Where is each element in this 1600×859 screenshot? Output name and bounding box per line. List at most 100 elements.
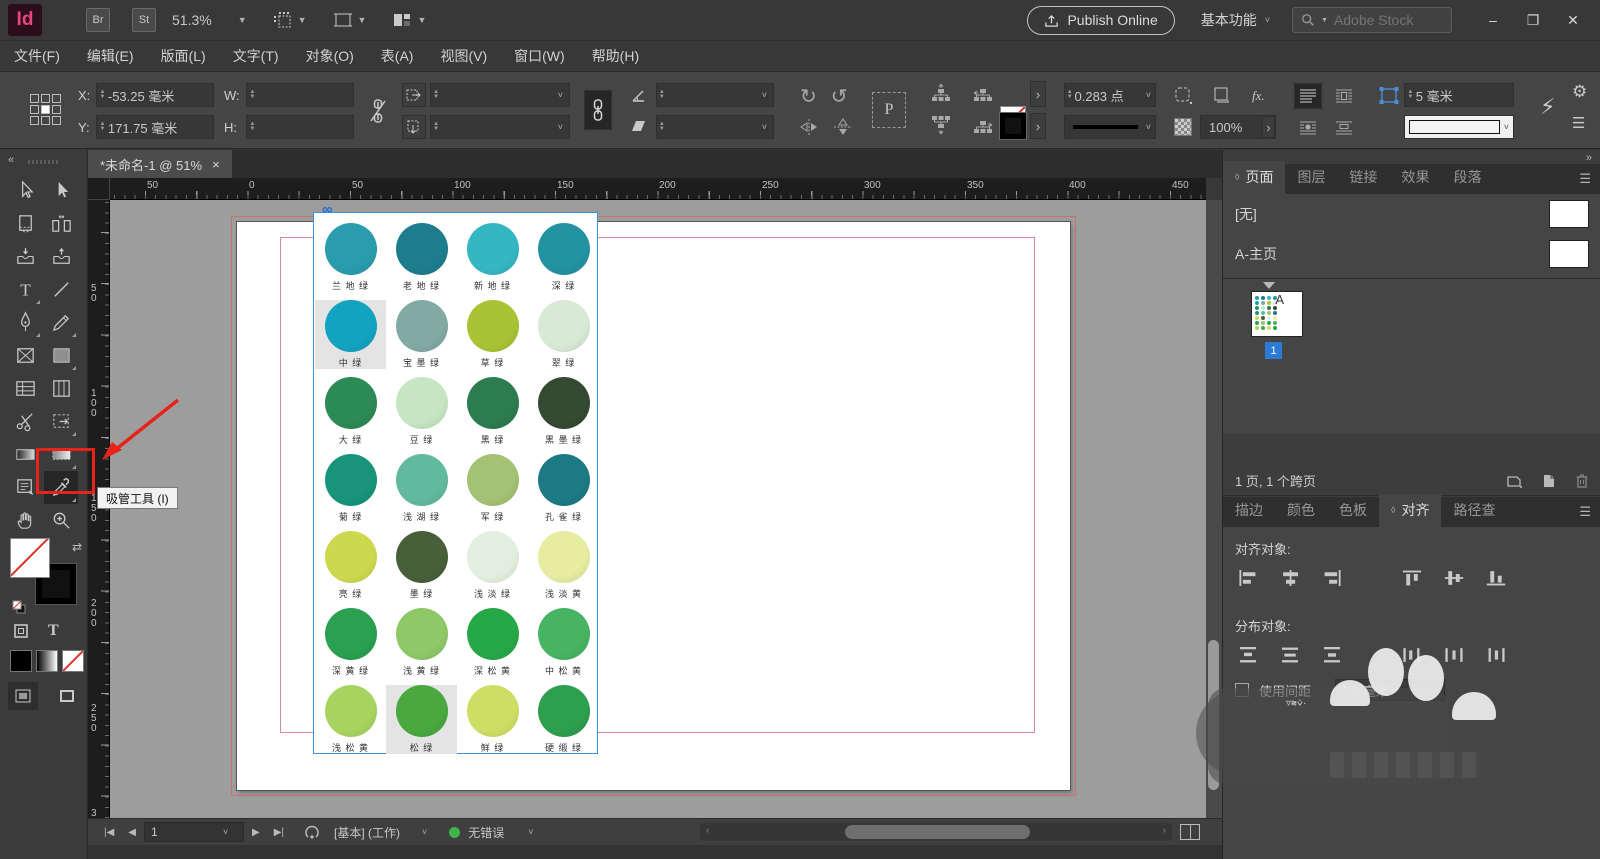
corner-options-button[interactable] [1174,86,1194,109]
tools-grip[interactable] [28,160,60,164]
align-right-button[interactable] [1319,568,1345,588]
tab-align-1[interactable]: 颜色 [1275,494,1327,527]
object-style-dropdown[interactable]: ˅ [1404,115,1514,139]
stroke-style-dropdown[interactable]: ˅ [1064,115,1156,139]
shear-angle-field[interactable]: ▲▼˅ [656,115,774,139]
select-previous-object-button[interactable] [930,82,952,104]
tab-pages-4[interactable]: 段落 [1441,161,1493,194]
dist-top-button[interactable] [1235,645,1261,665]
page-1-thumbnail[interactable]: A [1251,291,1303,337]
apply-none-button[interactable] [62,650,84,672]
tool-table[interactable] [8,372,42,405]
align-panel-menu-icon[interactable]: ☰ [1569,504,1600,527]
tool-eyedropper[interactable] [44,471,78,504]
tool-zoom[interactable] [44,504,78,537]
tool-hand[interactable] [8,504,42,537]
vertical-ruler[interactable]: 5 01 0 01 5 02 0 02 5 03 0 0 [88,200,110,818]
tool-note[interactable] [8,471,42,504]
tool-pen[interactable] [8,306,42,339]
menu-item-4[interactable]: 对象(O) [306,46,354,66]
opacity-menu-button[interactable]: › [1262,116,1275,138]
canvas[interactable]: ∞ 兰 地 绿老 地 绿新 地 绿深 绿中 绿宝 墨 绿草 绿翠 绿大 绿豆 绿… [110,200,1206,818]
tool-content-placer[interactable] [44,240,78,273]
zoom-level-value[interactable]: 51.3% [172,12,212,28]
tools-collapse-button[interactable]: « [8,154,14,166]
y-position-field[interactable]: ▲▼ [96,115,214,139]
tool-scissors[interactable] [8,405,42,438]
vertical-scrollbar-thumb[interactable] [1208,640,1219,790]
dist-h-center-button[interactable] [1441,645,1467,665]
tool-gradient-feather[interactable] [44,438,78,471]
align-left-button[interactable] [1235,568,1261,588]
menu-item-6[interactable]: 视图(V) [440,46,487,66]
fill-proxy-swatch[interactable] [10,538,50,578]
rotation-angle-field[interactable]: ▲▼˅ [656,83,774,107]
menu-item-0[interactable]: 文件(F) [14,46,60,66]
fill-menu-button[interactable]: › [1030,81,1046,107]
preview-view-button[interactable] [52,682,82,710]
horizontal-scrollbar[interactable]: ‹ › [700,823,1172,841]
flip-horizontal-button[interactable] [798,118,820,136]
scroll-left-icon[interactable]: ‹ [706,825,709,836]
scale-x-field[interactable]: ▲▼˅ [430,83,570,107]
gap-size-field[interactable]: ▲▼ [1404,83,1514,107]
select-next-object-button[interactable] [972,82,994,104]
preflight-profile-chevron-icon[interactable]: ˅ [422,827,427,837]
master-a-row[interactable]: A-主页 [1223,234,1600,274]
workspace-switcher[interactable]: 基本功能 ˅ [1201,10,1270,30]
text-wrap-around-button[interactable] [1294,115,1322,141]
preflight-profile-label[interactable]: [基本] (工作) [334,824,400,841]
tab-align-4[interactable]: 路径查 [1441,494,1507,527]
menu-item-3[interactable]: 文字(T) [233,46,279,66]
bridge-button[interactable]: Br [86,8,110,32]
zoom-level-chevron-icon[interactable]: ▼ [238,15,247,25]
master-a-thumbnail[interactable] [1549,240,1589,268]
first-page-button[interactable]: |◀ [98,827,120,838]
stroke-color-swatch[interactable] [1000,113,1026,139]
horizontal-ruler[interactable]: 50050100150200250300350400450 [110,178,1206,200]
minimize-button[interactable]: – [1476,7,1510,33]
select-content-button[interactable] [930,114,952,136]
default-fill-stroke-icon[interactable] [12,600,26,614]
scale-y-field[interactable]: ▲▼˅ [430,115,570,139]
tool-direct-selection[interactable] [8,174,42,207]
constrain-proportions-icon[interactable] [368,98,388,127]
spacing-value-field[interactable]: ▲▼0 毫米 [1335,679,1445,701]
tool-line[interactable] [44,273,78,306]
edit-page-size-icon[interactable] [1505,473,1523,489]
swap-fill-stroke-icon[interactable]: ⇄ [72,540,82,554]
reference-point-proxy[interactable] [30,94,61,125]
stock-search[interactable]: ▼ [1292,7,1452,33]
tool-columns[interactable] [44,372,78,405]
dist-right-button[interactable] [1483,645,1509,665]
control-panel-gear-icon[interactable]: ⚙ [1572,82,1587,102]
master-none-row[interactable]: [无] [1223,194,1600,234]
x-position-field[interactable]: ▲▼ [96,83,214,107]
opacity-field[interactable]: › [1200,115,1276,139]
panel-collapse-icon[interactable]: » [1586,152,1592,164]
delete-page-trash-icon[interactable] [1575,473,1589,489]
stock-search-input[interactable] [1334,12,1434,28]
formatting-affects-text-button[interactable]: T [48,622,59,640]
width-field[interactable]: ▲▼ [246,83,354,107]
align-bottom-button[interactable] [1483,568,1509,588]
new-page-icon[interactable] [1541,473,1557,489]
menu-item-1[interactable]: 编辑(E) [87,46,134,66]
menu-item-2[interactable]: 版面(L) [161,46,206,66]
drop-shadow-button[interactable] [1212,86,1232,109]
height-field[interactable]: ▲▼ [246,115,354,139]
dist-v-center-button[interactable] [1277,645,1303,665]
tab-pages-0[interactable]: ◊页面 [1223,161,1285,194]
tab-pages-1[interactable]: 图层 [1285,161,1337,194]
view-options-dropdown[interactable]: ▼ [273,11,307,29]
apply-gradient-button[interactable] [36,650,58,672]
align-left-paragraph-button[interactable] [1294,83,1322,109]
effects-fx-button[interactable]: fx. [1252,88,1265,104]
previous-page-button[interactable]: ◀ [122,827,142,838]
scroll-right-icon[interactable]: › [1163,825,1166,836]
control-panel-menu-icon[interactable]: ☰ [1572,114,1585,132]
align-v-center-button[interactable] [1441,568,1467,588]
tool-gap[interactable] [44,207,78,240]
link-badge-icon[interactable]: ∞ [322,204,333,216]
next-page-button[interactable]: ▶ [246,827,266,838]
